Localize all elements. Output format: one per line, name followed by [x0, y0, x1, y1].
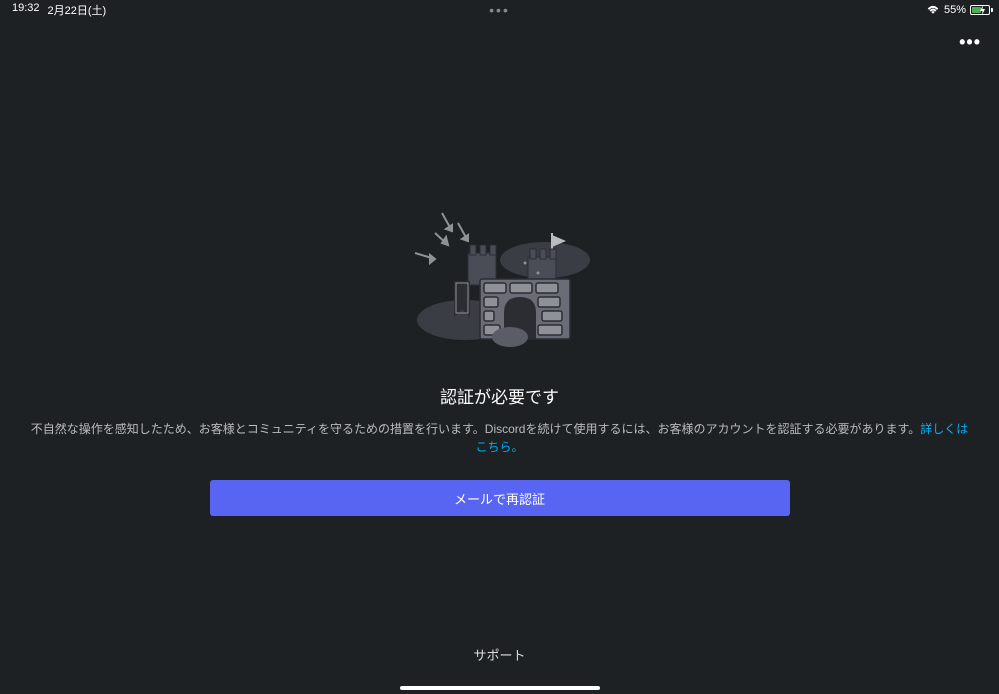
more-options-icon[interactable]: •••: [959, 32, 981, 53]
app-bar: •••: [0, 20, 999, 65]
main-content: 認証が必要です 不自然な操作を感知したため、お客様とコミュニティを守るための措置…: [0, 65, 999, 516]
wifi-icon: [926, 5, 940, 15]
status-center-dots: •••: [489, 2, 510, 18]
status-date: 2月22日(土): [48, 2, 107, 18]
battery-icon: [970, 5, 987, 15]
status-bar-left: 19:32 2月22日(土): [12, 2, 106, 18]
home-indicator[interactable]: [400, 686, 600, 690]
status-bar-right: 55%: [926, 4, 987, 16]
verify-email-button[interactable]: メールで再認証: [210, 480, 790, 516]
page-title: 認証が必要です: [440, 383, 559, 408]
description-body: 不自然な操作を感知したため、お客様とコミュニティを守るための措置を行います。Di…: [31, 422, 921, 436]
support-link[interactable]: サポート: [473, 645, 525, 664]
battery-percent: 55%: [944, 4, 966, 16]
castle-illustration: [410, 205, 590, 355]
status-bar: 19:32 2月22日(土) ••• 55%: [0, 0, 999, 20]
description-text: 不自然な操作を感知したため、お客様とコミュニティを守るための措置を行います。Di…: [10, 420, 990, 456]
status-time: 19:32: [12, 2, 40, 18]
charging-icon: [979, 5, 987, 15]
